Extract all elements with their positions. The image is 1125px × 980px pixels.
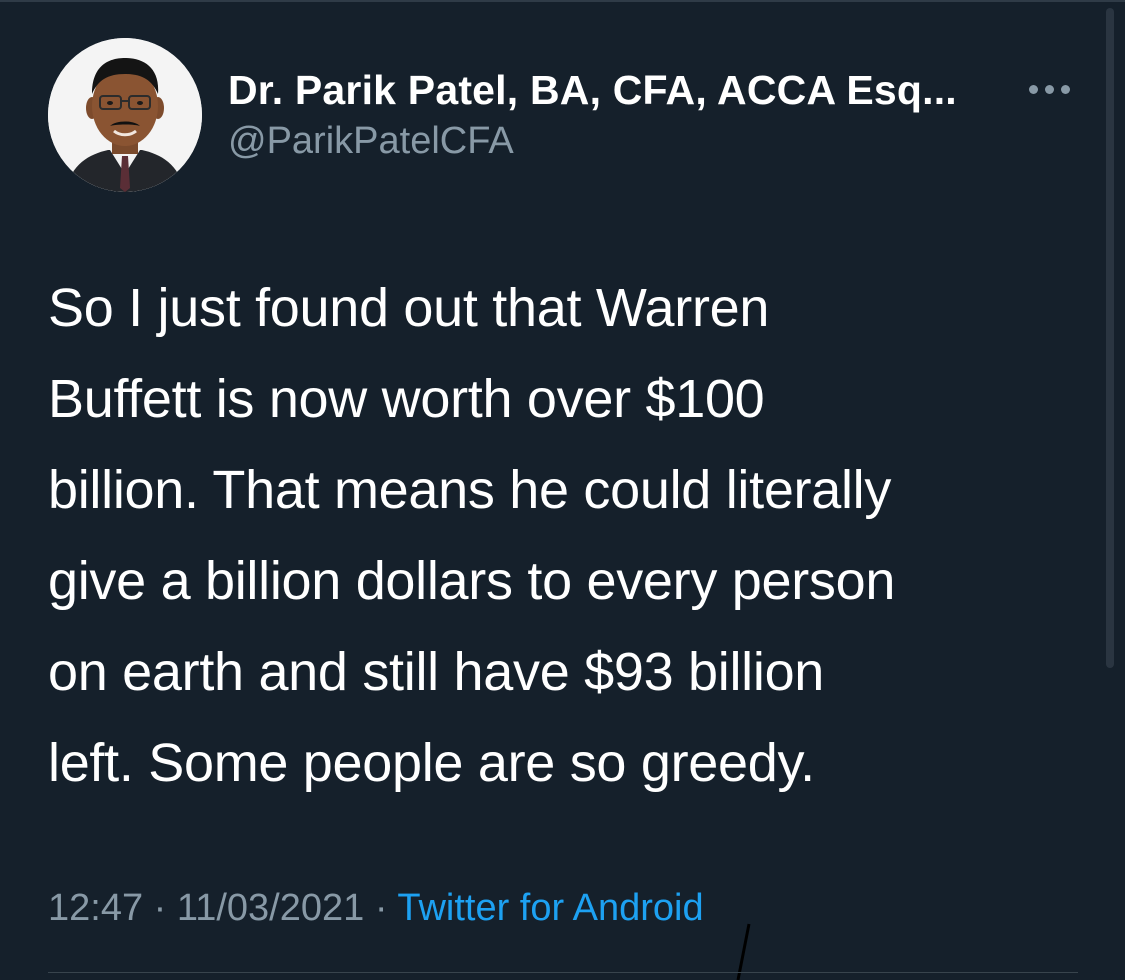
pen-stroke-mark bbox=[736, 923, 751, 980]
divider bbox=[48, 972, 1078, 973]
